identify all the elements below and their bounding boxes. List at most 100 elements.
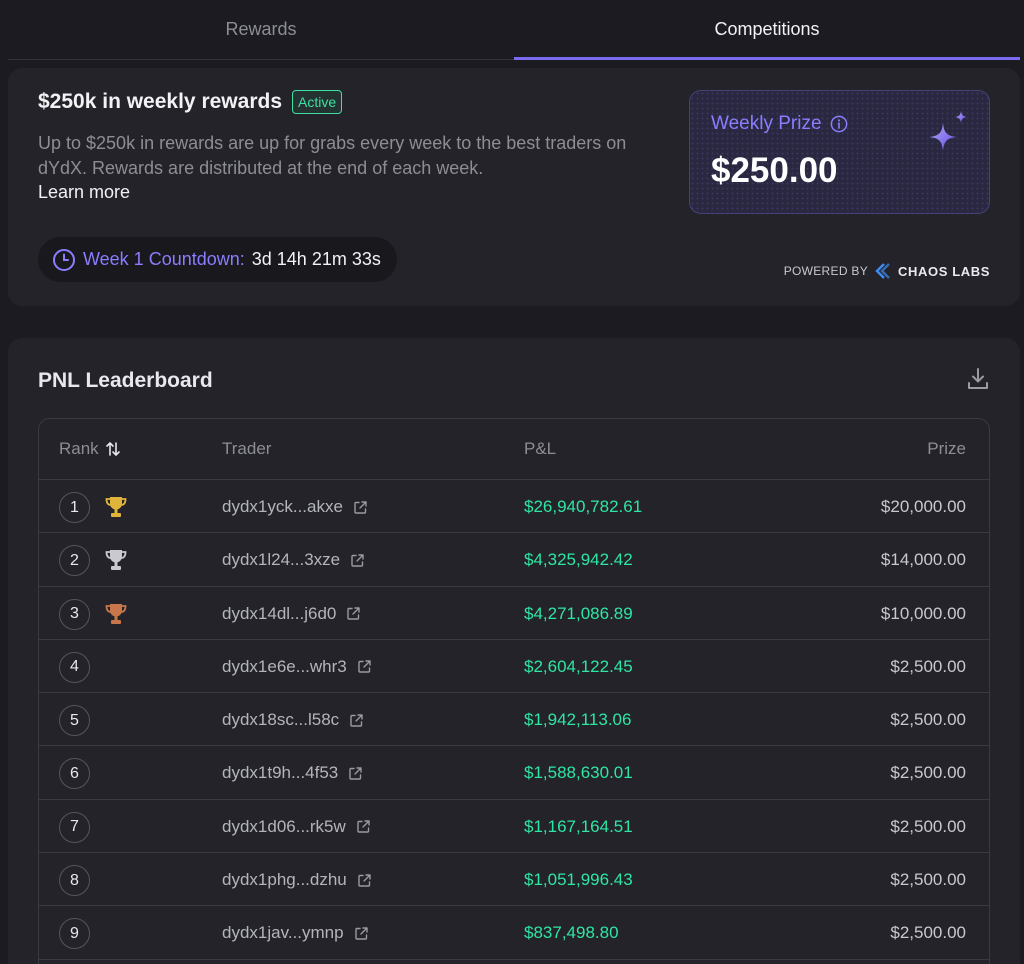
- external-link-icon[interactable]: [349, 713, 364, 728]
- trader-address: dydx1e6e...whr3: [222, 656, 347, 676]
- weekly-prize-label: Weekly Prize: [711, 113, 822, 134]
- info-icon[interactable]: [830, 115, 848, 133]
- prize-value: $2,500.00: [890, 923, 966, 943]
- bronze-trophy-icon: [105, 603, 127, 624]
- trader-address: dydx14dl...j6d0: [222, 603, 337, 623]
- trader-link[interactable]: dydx18sc...l58c: [222, 710, 364, 730]
- trader-address: dydx1yck...akxe: [222, 497, 343, 516]
- pnl-value: $2,604,122.45: [524, 656, 633, 676]
- weekly-prize-value: $250.00: [711, 151, 838, 190]
- powered-by: POWERED BY CHAOS LABS: [784, 262, 990, 280]
- pnl-value: $4,271,086.89: [524, 603, 633, 623]
- trader-address: dydx18sc...l58c: [222, 710, 340, 730]
- tab-rewards[interactable]: Rewards: [8, 0, 514, 59]
- rank-badge: 5: [59, 705, 90, 737]
- trader-column-header: Trader: [222, 439, 272, 458]
- prize-value: $20,000.00: [880, 497, 966, 516]
- table-row: 6 dydx1t9h...4f53 $1,588,630.01 $2,500.00: [39, 746, 989, 800]
- trader-link[interactable]: dydx1d06...rk5w: [222, 817, 371, 837]
- tab-competitions[interactable]: Competitions: [514, 0, 1020, 60]
- trader-address: dydx1d06...rk5w: [222, 816, 346, 836]
- tab-bar: Rewards Competitions: [8, 0, 1020, 60]
- table-row: 5 dydx18sc...l58c $1,942,113.06 $2,500.00: [39, 693, 989, 747]
- learn-more-link[interactable]: Learn more: [38, 182, 130, 203]
- table-row: 1 dydx1yck...akxe $26,940,782.61 $20,000.00: [39, 480, 989, 534]
- rank-badge: 4: [59, 651, 90, 683]
- table-row: 3 dydx14dl...j6d0 $4,271,086.89 $10,000.00: [39, 587, 989, 640]
- external-link-icon[interactable]: [353, 500, 368, 515]
- rank-badge: 9: [59, 918, 90, 950]
- pnl-value: $26,940,782.61: [524, 497, 643, 516]
- countdown-value: 3d 14h 21m 33s: [251, 249, 381, 269]
- silver-trophy-icon: [105, 550, 127, 571]
- prize-value: $2,500.00: [890, 710, 966, 730]
- table-header: Rank Trader P&L Prize: [39, 419, 989, 480]
- gold-trophy-icon: [105, 497, 127, 517]
- powered-by-brand: CHAOS LABS: [898, 263, 990, 279]
- pnl-value: $837,498.80: [524, 923, 619, 943]
- trader-link[interactable]: dydx1t9h...4f53: [222, 763, 363, 783]
- leaderboard-title: PNL Leaderboard: [38, 369, 213, 392]
- download-icon[interactable]: [966, 366, 990, 392]
- rank-badge: 8: [59, 865, 90, 897]
- pnl-value: $1,942,113.06: [524, 710, 632, 730]
- table-row: 7 dydx1d06...rk5w $1,167,164.51 $2,500.00: [39, 800, 989, 854]
- sort-icon[interactable]: [105, 440, 121, 458]
- table-row: 9 dydx1jav...ymnp $837,498.80 $2,500.00: [39, 906, 989, 960]
- weekly-prize-label-row: Weekly Prize: [711, 113, 848, 135]
- prize-value: $2,500.00: [890, 816, 966, 836]
- trader-address: dydx1jav...ymnp: [222, 923, 344, 943]
- external-link-icon[interactable]: [350, 553, 365, 568]
- rank-badge: 3: [59, 598, 90, 630]
- weekly-prize-box: Weekly Prize $250.00: [689, 90, 990, 214]
- rank-badge: 1: [59, 492, 90, 523]
- trader-link[interactable]: dydx1yck...akxe: [222, 497, 368, 517]
- pnl-value: $4,325,942.42: [524, 550, 633, 570]
- trader-link[interactable]: dydx1e6e...whr3: [222, 657, 372, 677]
- countdown-label: Week 1 Countdown:: [83, 249, 245, 269]
- hero-title-row: $250k in weekly rewards Active: [38, 90, 343, 114]
- external-link-icon[interactable]: [357, 659, 372, 674]
- week-countdown: Week 1 Countdown: 3d 14h 21m 33s: [38, 237, 397, 282]
- trader-link[interactable]: dydx1l24...3xze: [222, 550, 365, 570]
- external-link-icon[interactable]: [356, 819, 371, 834]
- prize-column-header: Prize: [927, 439, 966, 458]
- rank-column-header[interactable]: Rank: [59, 439, 121, 459]
- rank-header-label: Rank: [59, 439, 99, 458]
- prize-value: $14,000.00: [880, 550, 966, 570]
- prize-value: $10,000.00: [880, 603, 966, 623]
- rank-badge: 2: [59, 545, 90, 577]
- trader-link[interactable]: dydx1jav...ymnp: [222, 923, 369, 943]
- prize-value: $2,500.00: [890, 656, 966, 676]
- hero-title: $250k in weekly rewards: [38, 90, 282, 113]
- leaderboard-table: Rank Trader P&L Prize 1 dydx1yck...akxe $2…: [38, 418, 990, 964]
- external-link-icon[interactable]: [354, 926, 369, 941]
- hero-description: Up to $250k in rewards are up for grabs …: [38, 133, 627, 178]
- table-row: 4 dydx1e6e...whr3 $2,604,122.45 $2,500.00: [39, 640, 989, 694]
- prize-value: $2,500.00: [890, 870, 966, 890]
- chaos-labs-logo-icon: [875, 263, 890, 279]
- table-body: 1 dydx1yck...akxe $26,940,782.61 $20,000.00…: [39, 480, 989, 960]
- pnl-column-header: P&L: [524, 439, 557, 458]
- external-link-icon[interactable]: [348, 766, 363, 781]
- rewards-hero-card: $250k in weekly rewards Active Up to $25…: [8, 68, 1020, 306]
- trader-address: dydx1l24...3xze: [222, 550, 341, 570]
- trader-address: dydx1t9h...4f53: [222, 763, 339, 783]
- pnl-value: $1,167,164.51: [524, 816, 633, 836]
- trader-address: dydx1phg...dzhu: [222, 870, 347, 890]
- trader-link[interactable]: dydx1phg...dzhu: [222, 870, 372, 890]
- prize-value: $2,500.00: [890, 763, 966, 783]
- pnl-value: $1,051,996.43: [524, 870, 633, 890]
- trader-link[interactable]: dydx14dl...j6d0: [222, 604, 361, 624]
- powered-by-label: POWERED BY: [783, 264, 869, 278]
- external-link-icon[interactable]: [346, 606, 361, 621]
- sparkle-icon: [929, 111, 967, 151]
- status-badge: Active: [292, 90, 343, 114]
- table-row: 8 dydx1phg...dzhu $1,051,996.43 $2,500.00: [39, 853, 989, 907]
- rank-badge: 7: [59, 811, 90, 843]
- rank-badge: 6: [59, 758, 90, 790]
- clock-icon: [53, 248, 75, 271]
- table-row: 2 dydx1l24...3xze $4,325,942.42 $14,000.00: [39, 533, 989, 587]
- external-link-icon[interactable]: [357, 873, 372, 888]
- pnl-leaderboard-card: PNL Leaderboard Rank Trader P&L Prize 1 d…: [8, 338, 1020, 964]
